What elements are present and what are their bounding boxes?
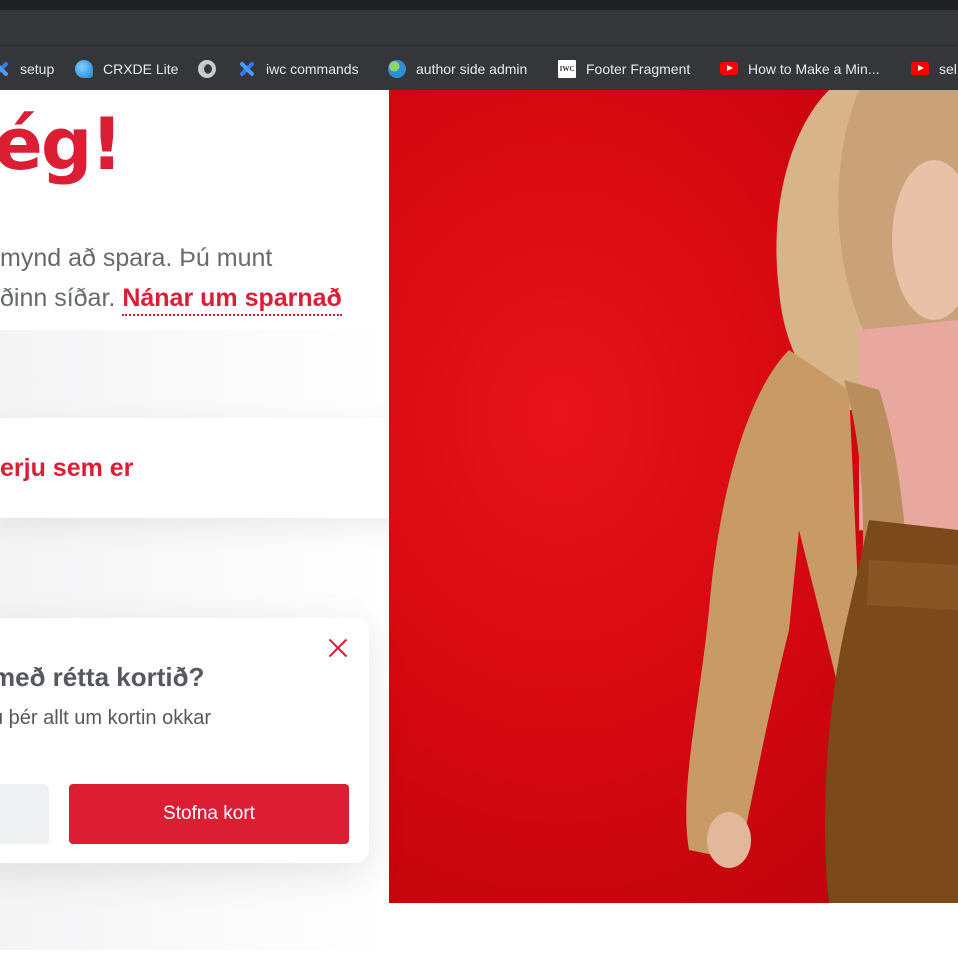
bookmark-sel[interactable]: sel — [911, 46, 957, 91]
bookmark-author-side-admin[interactable]: author side admin — [388, 46, 527, 91]
bookmark-label: iwc commands — [266, 60, 359, 77]
youtube-icon — [911, 62, 929, 75]
hero-image — [389, 90, 958, 903]
intro-line-2-text: ðinn síðar. — [0, 284, 116, 312]
cross-blue-icon — [238, 60, 256, 78]
intro-text: mynd að spara. Þú munt ðinn síðar. Nánar… — [0, 238, 350, 318]
cta-card-button[interactable]: erju sem er — [0, 418, 443, 518]
card-help-popup: með rétta kortið? u þér allt um kortin o… — [0, 618, 369, 863]
earth-icon — [388, 59, 406, 78]
woman-in-coat-photo — [686, 90, 958, 903]
bookmark-how-to-make[interactable]: How to Make a Min... — [720, 46, 880, 91]
browser-toolbar — [0, 10, 958, 45]
bookmark-label: How to Make a Min... — [748, 60, 880, 77]
bookmark-globe[interactable] — [198, 46, 226, 91]
bookmarks-bar: setup CRXDE Lite iwc commands author sid… — [0, 45, 958, 90]
bookmark-label: CRXDE Lite — [103, 60, 179, 77]
popup-title: með rétta kortið? — [0, 662, 205, 692]
page-headline: ég! — [0, 102, 123, 186]
popup-text: u þér allt um kortin okkar — [0, 707, 211, 729]
close-icon[interactable] — [326, 636, 350, 660]
bookmark-setup[interactable]: setup — [0, 46, 54, 91]
bookmark-label: setup — [20, 60, 55, 77]
bookmark-crxde-lite[interactable]: CRXDE Lite — [75, 46, 178, 91]
cta-card-label: erju sem er — [0, 453, 134, 482]
page-content: ég! mynd að spara. Þú munt ðinn síðar. N… — [0, 90, 958, 958]
globe-icon — [198, 59, 216, 78]
bookmark-iwc-commands[interactable]: iwc commands — [238, 46, 359, 91]
bookmark-footer-fragment[interactable]: IWC Footer Fragment — [558, 46, 690, 91]
iwc-logo-icon: IWC — [558, 59, 576, 78]
intro-line-2: ðinn síðar. Nánar um sparnað — [0, 278, 350, 318]
bookmark-label: sel — [939, 60, 957, 77]
bookmark-label: author side admin — [416, 60, 528, 77]
bookmark-label: Footer Fragment — [586, 60, 691, 77]
cross-blue-icon — [0, 60, 10, 78]
crxde-icon — [75, 59, 93, 78]
intro-line-1: mynd að spara. Þú munt — [0, 244, 273, 272]
secondary-button[interactable] — [0, 784, 49, 844]
savings-info-link[interactable]: Nánar um sparnað — [122, 284, 342, 316]
create-card-button[interactable]: Stofna kort — [69, 784, 349, 844]
browser-tab-strip — [0, 0, 958, 10]
youtube-icon — [720, 62, 738, 75]
